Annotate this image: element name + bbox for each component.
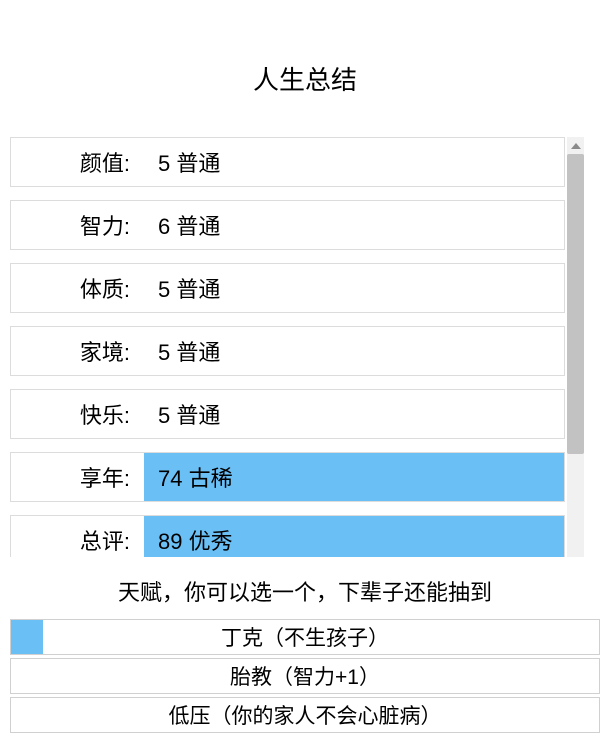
stat-row: 快乐:5 普通 xyxy=(10,389,565,439)
chevron-up-icon xyxy=(571,143,581,149)
talent-section: 天赋，你可以选一个，下辈子还能抽到 丁克（不生孩子） 胎教（智力+1） 低压（你的家… xyxy=(10,575,600,733)
talent-heading: 天赋，你可以选一个，下辈子还能抽到 xyxy=(10,575,600,607)
stat-row: 享年:74 古稀 xyxy=(10,452,565,502)
talent-item[interactable]: 胎教（智力+1） xyxy=(10,658,600,694)
stat-label: 颜值: xyxy=(11,138,144,186)
stat-value: 74 古稀 xyxy=(144,453,564,501)
stats-list: 颜值:5 普通智力:6 普通体质:5 普通家境:5 普通快乐:5 普通享年:74… xyxy=(10,137,565,557)
stat-row: 家境:5 普通 xyxy=(10,326,565,376)
stat-value: 5 普通 xyxy=(144,138,564,186)
stat-row: 体质:5 普通 xyxy=(10,263,565,313)
talent-item[interactable]: 低压（你的家人不会心脏病） xyxy=(10,697,600,733)
stat-value: 5 普通 xyxy=(144,264,564,312)
talent-item[interactable]: 丁克（不生孩子） xyxy=(10,619,600,655)
stat-label: 智力: xyxy=(11,201,144,249)
stat-value: 5 普通 xyxy=(144,390,564,438)
stats-scroll-area: 颜值:5 普通智力:6 普通体质:5 普通家境:5 普通快乐:5 普通享年:74… xyxy=(10,137,584,557)
life-summary-page: 人生总结 颜值:5 普通智力:6 普通体质:5 普通家境:5 普通快乐:5 普通… xyxy=(0,0,610,746)
talent-text: 丁克（不生孩子） xyxy=(221,622,389,652)
page-title: 人生总结 xyxy=(0,60,610,97)
stat-label: 快乐: xyxy=(11,390,144,438)
talent-selected-indicator xyxy=(11,620,43,654)
talent-list: 丁克（不生孩子） 胎教（智力+1） 低压（你的家人不会心脏病） xyxy=(10,619,600,733)
stat-row: 颜值:5 普通 xyxy=(10,137,565,187)
talent-text: 胎教（智力+1） xyxy=(230,661,380,691)
scroll-thumb[interactable] xyxy=(567,154,584,454)
stat-value: 6 普通 xyxy=(144,201,564,249)
stat-row: 总评:89 优秀 xyxy=(10,515,565,557)
talent-text: 低压（你的家人不会心脏病） xyxy=(169,700,442,730)
stat-label: 家境: xyxy=(11,327,144,375)
stat-value: 5 普通 xyxy=(144,327,564,375)
scroll-up-button[interactable] xyxy=(567,137,584,154)
stat-label: 总评: xyxy=(11,516,144,557)
stat-row: 智力:6 普通 xyxy=(10,200,565,250)
stat-label: 享年: xyxy=(11,453,144,501)
stat-value: 89 优秀 xyxy=(144,516,564,557)
scrollbar[interactable] xyxy=(567,137,584,557)
stat-label: 体质: xyxy=(11,264,144,312)
